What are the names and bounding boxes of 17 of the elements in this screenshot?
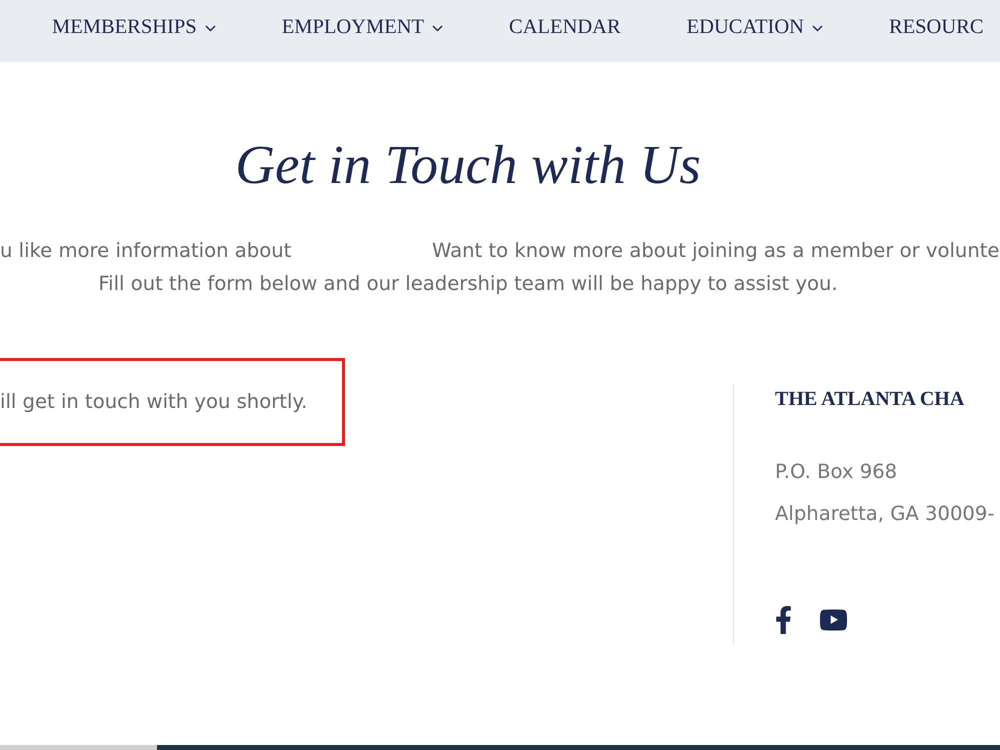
intro-text: Fill out the form below and our leadership team will be happy to assist you. <box>98 271 838 297</box>
nav-link[interactable]: CALENDAR <box>509 12 621 42</box>
nav-link[interactable]: EDUCATION <box>686 12 823 42</box>
intro-text: Want to know more about joining as a member or volunte <box>432 238 1000 264</box>
chevron-down-icon <box>432 24 444 32</box>
message-text: ill get in touch with you shortly. <box>0 389 308 416</box>
page-heading: Get in Touch with Us <box>235 133 701 197</box>
chevron-down-icon <box>812 24 823 32</box>
nav-link[interactable]: MEMBERSHIPS <box>52 12 216 42</box>
contact-title: THE ATLANTA CHA <box>775 387 966 412</box>
nav-link[interactable]: EMPLOYMENT <box>282 12 444 42</box>
nav-link[interactable]: RESOURC <box>888 12 984 42</box>
facebook-icon[interactable] <box>775 606 792 634</box>
intro-text: u like more information about <box>0 238 292 264</box>
chevron-down-icon <box>204 24 216 32</box>
address-line: Alpharetta, GA 30009- <box>775 501 994 527</box>
address-line: P.O. Box 968 <box>775 459 898 485</box>
